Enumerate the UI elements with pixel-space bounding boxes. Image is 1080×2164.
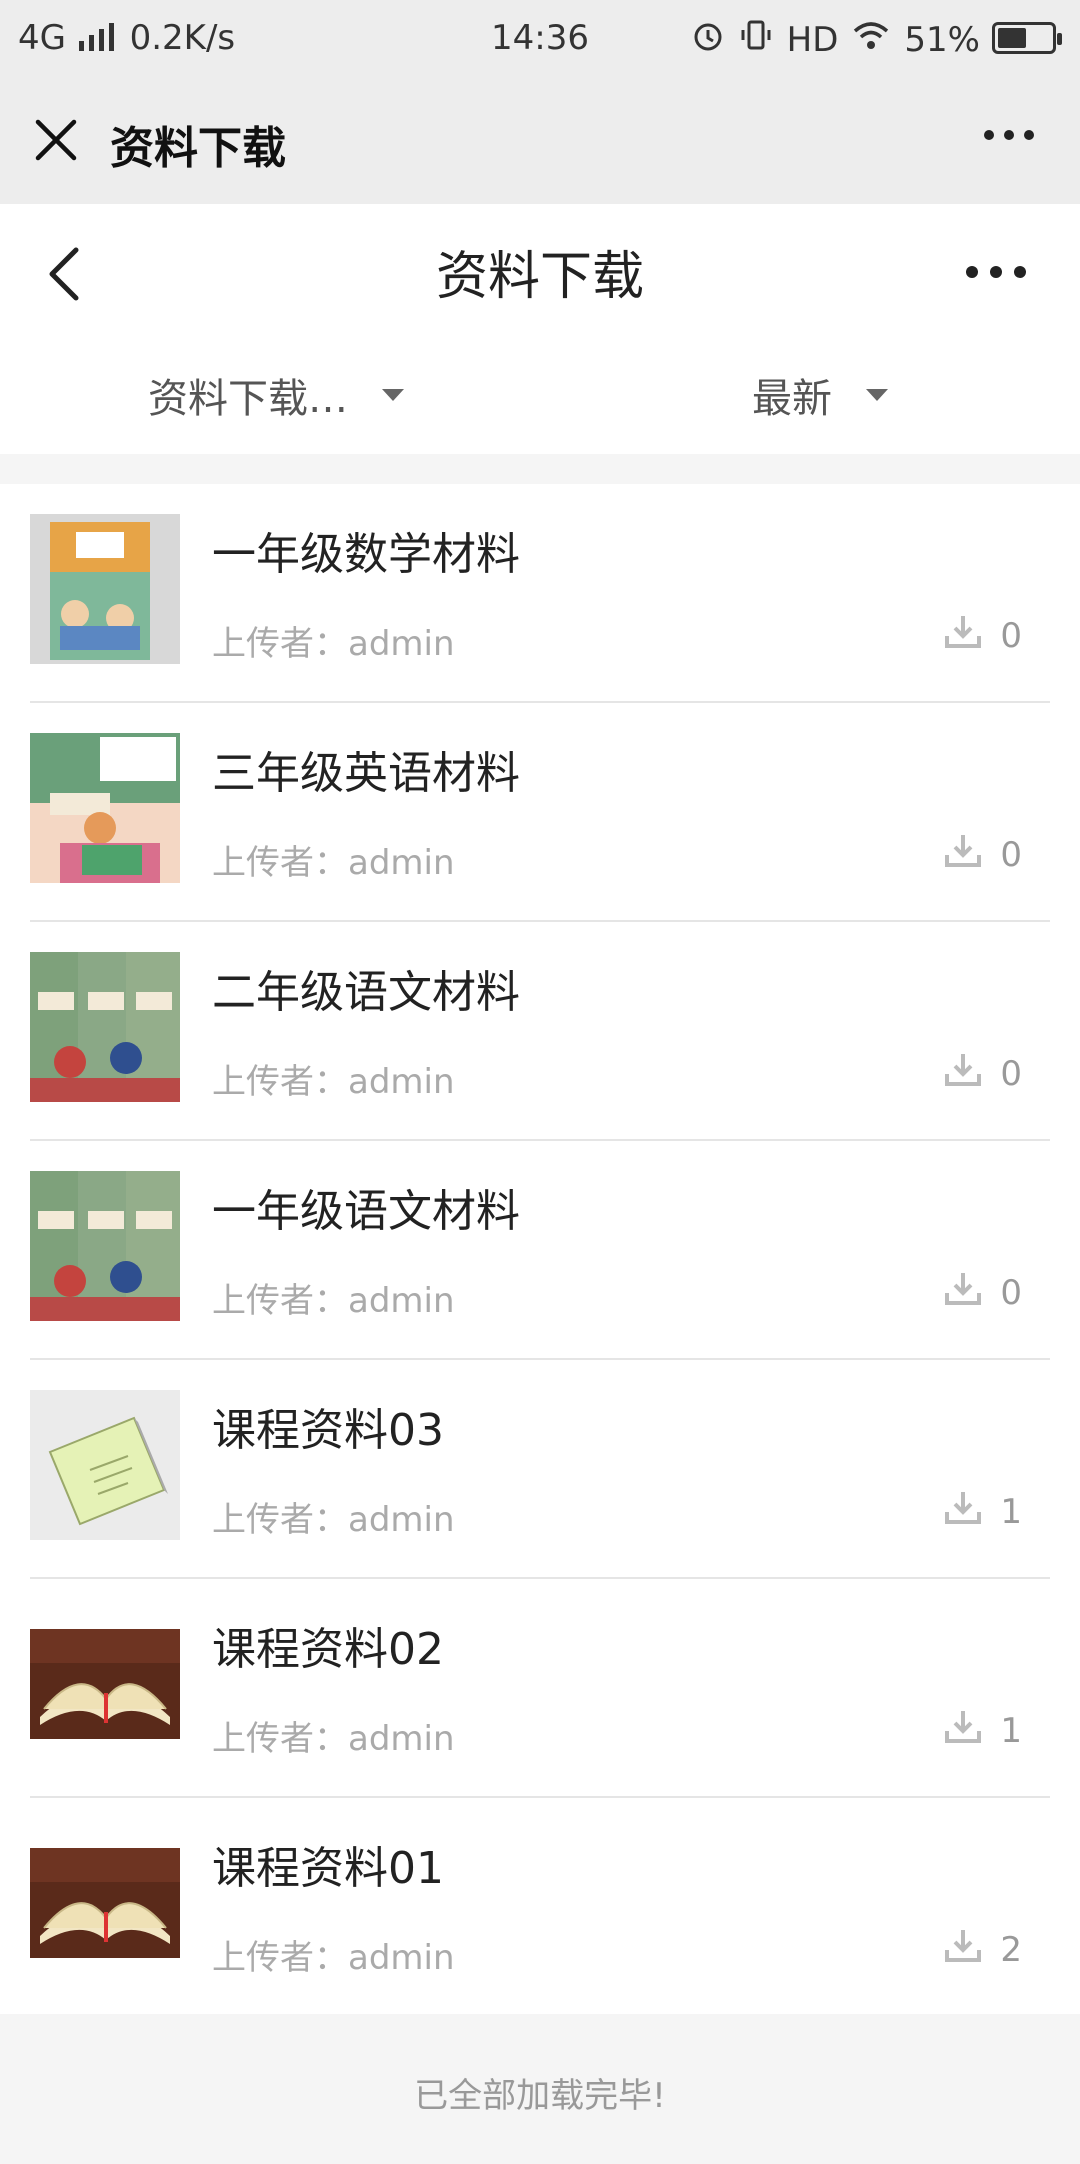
page-header: 资料下载 xyxy=(0,204,1080,334)
hd-label: HD xyxy=(786,19,839,60)
material-thumbnail xyxy=(30,1828,180,1978)
vibrate-icon xyxy=(739,18,773,61)
uploader: 上传者：admin xyxy=(212,1938,455,1978)
download-count[interactable]: 2 xyxy=(944,1926,1022,1973)
download-count[interactable]: 0 xyxy=(944,612,1022,659)
list-item[interactable]: 课程资料03 上传者：admin 1 xyxy=(0,1360,1080,1579)
material-thumbnail xyxy=(30,1171,180,1321)
status-bar: 4G 0.2K/s 14:36 HD 51% xyxy=(0,0,1080,76)
caret-down-icon xyxy=(382,389,404,401)
material-title: 课程资料01 xyxy=(212,1843,444,1894)
download-number: 1 xyxy=(1000,1491,1022,1532)
download-icon xyxy=(944,612,982,659)
material-thumbnail xyxy=(30,733,180,883)
wifi-icon xyxy=(852,20,890,60)
download-icon xyxy=(944,1488,982,1535)
uploader: 上传者：admin xyxy=(212,1281,455,1321)
uploader: 上传者：admin xyxy=(212,1500,455,1540)
download-icon xyxy=(944,1050,982,1097)
load-complete-text: 已全部加载完毕! xyxy=(0,2014,1080,2164)
uploader: 上传者：admin xyxy=(212,1062,455,1102)
download-number: 0 xyxy=(1000,1053,1022,1094)
page-title: 资料下载 xyxy=(435,247,644,307)
material-thumbnail xyxy=(30,1609,180,1759)
material-title: 二年级语文材料 xyxy=(212,967,520,1018)
page-more-icon[interactable] xyxy=(966,266,1026,278)
system-status: HD 51% xyxy=(691,18,980,61)
category-dropdown[interactable]: 资料下载… xyxy=(148,366,404,424)
sort-label: 最新 xyxy=(752,376,832,422)
more-icon[interactable] xyxy=(984,130,1034,140)
battery-percent: 51% xyxy=(904,19,980,60)
list-item[interactable]: 课程资料02 上传者：admin 1 xyxy=(0,1579,1080,1798)
close-icon[interactable] xyxy=(30,114,82,166)
download-icon xyxy=(944,831,982,878)
download-number: 1 xyxy=(1000,1710,1022,1751)
download-count[interactable]: 0 xyxy=(944,831,1022,878)
material-list: 一年级数学材料 上传者：admin 0 三年级英语材料 上传者：admin 0 … xyxy=(0,484,1080,2014)
download-icon xyxy=(944,1269,982,1316)
download-icon xyxy=(944,1926,982,1973)
list-item[interactable]: 课程资料01 上传者：admin 2 xyxy=(0,1798,1080,2017)
list-item[interactable]: 三年级英语材料 上传者：admin 0 xyxy=(0,703,1080,922)
material-title: 三年级英语材料 xyxy=(212,748,520,799)
wechat-title: 资料下载 xyxy=(110,123,286,174)
download-number: 0 xyxy=(1000,1272,1022,1313)
category-label: 资料下载… xyxy=(148,376,348,422)
filter-bar: 资料下载… 最新 xyxy=(0,334,1080,454)
download-number: 0 xyxy=(1000,615,1022,656)
download-count[interactable]: 0 xyxy=(944,1050,1022,1097)
download-number: 2 xyxy=(1000,1929,1022,1970)
list-item[interactable]: 二年级语文材料 上传者：admin 0 xyxy=(0,922,1080,1141)
download-count[interactable]: 0 xyxy=(944,1269,1022,1316)
uploader: 上传者：admin xyxy=(212,843,455,883)
list-item[interactable]: 一年级数学材料 上传者：admin 0 xyxy=(0,484,1080,703)
material-thumbnail xyxy=(30,514,180,664)
caret-down-icon xyxy=(866,389,888,401)
material-title: 一年级数学材料 xyxy=(212,529,520,580)
list-item[interactable]: 一年级语文材料 上传者：admin 0 xyxy=(0,1141,1080,1360)
uploader: 上传者：admin xyxy=(212,1719,455,1759)
download-number: 0 xyxy=(1000,834,1022,875)
material-title: 一年级语文材料 xyxy=(212,1186,520,1237)
uploader: 上传者：admin xyxy=(212,624,455,664)
alarm-icon xyxy=(691,18,725,61)
sort-dropdown[interactable]: 最新 xyxy=(752,366,888,424)
wechat-title-bar: 资料下载 xyxy=(0,76,1080,204)
battery-icon xyxy=(992,22,1062,54)
material-thumbnail xyxy=(30,1390,180,1540)
material-thumbnail xyxy=(30,952,180,1102)
material-title: 课程资料03 xyxy=(212,1405,444,1456)
download-count[interactable]: 1 xyxy=(944,1488,1022,1535)
material-title: 课程资料02 xyxy=(212,1624,444,1675)
download-count[interactable]: 1 xyxy=(944,1707,1022,1754)
download-icon xyxy=(944,1707,982,1754)
